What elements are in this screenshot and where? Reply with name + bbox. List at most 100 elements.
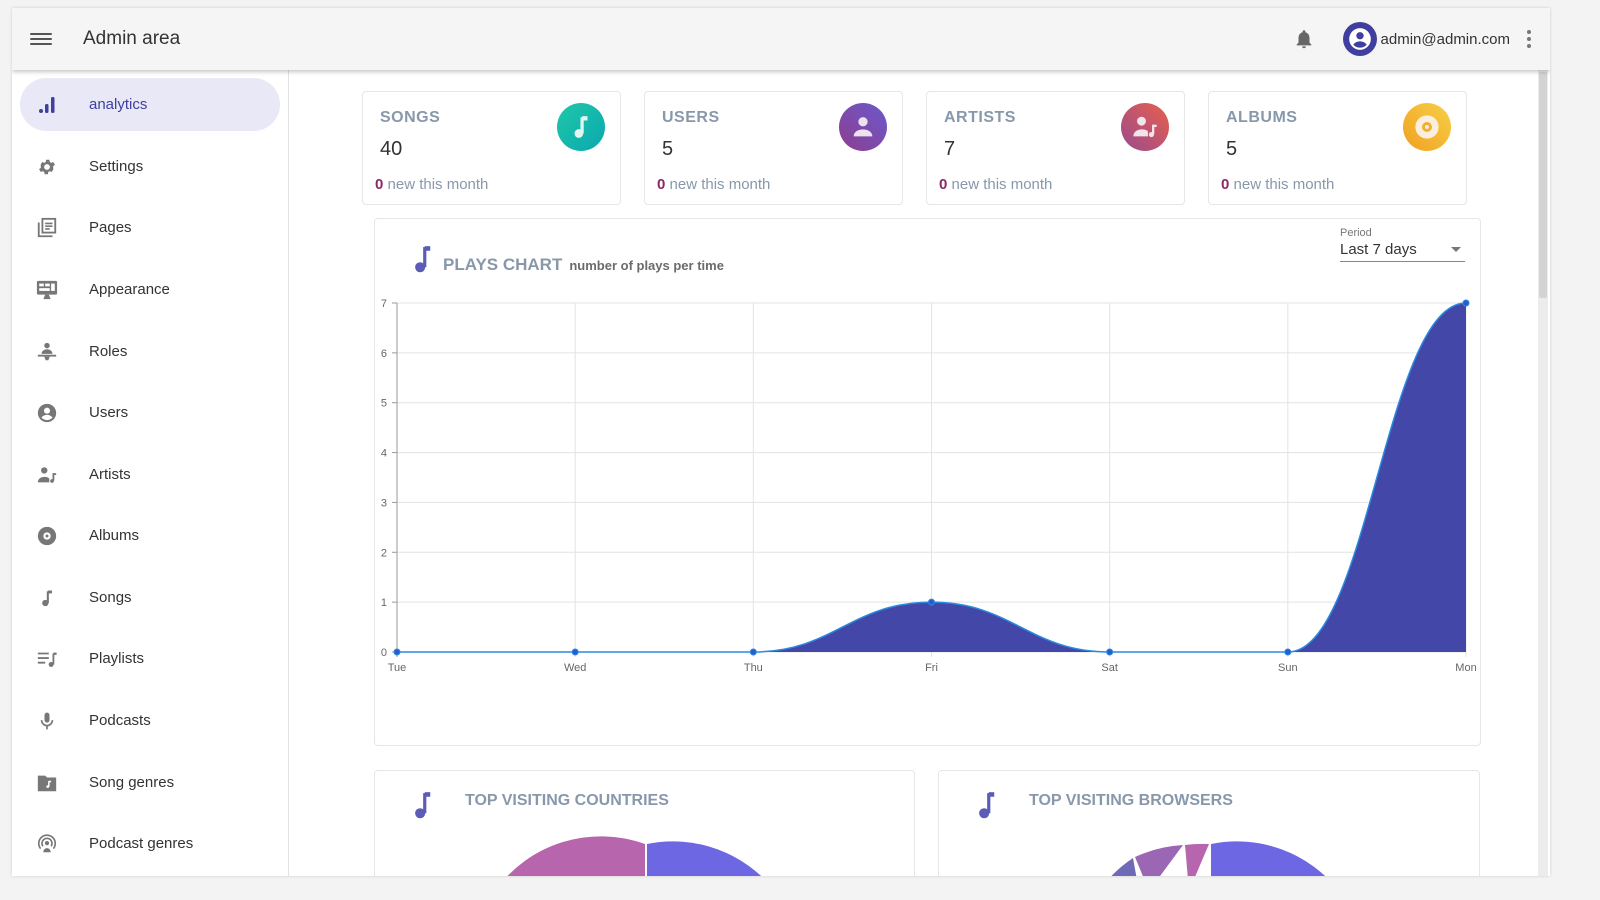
y-tick-label: 4 — [381, 448, 387, 460]
music-note-icon — [36, 587, 58, 609]
browsers-pie-chart — [1111, 841, 1326, 876]
sidebar: analytics Settings Pages Appearance Role… — [12, 70, 289, 876]
album-icon — [1403, 103, 1451, 151]
sidebar-item-roles[interactable]: Roles — [20, 325, 280, 378]
sidebar-item-label: Roles — [89, 343, 128, 360]
pie-slice — [507, 836, 645, 876]
period-value: Last 7 days — [1340, 241, 1417, 258]
playlist-icon — [36, 648, 58, 670]
stat-value: 7 — [944, 138, 956, 160]
stat-new-this-month: 0 new this month — [657, 176, 771, 193]
bell-icon[interactable] — [1293, 28, 1315, 50]
main-content: SONGS 40 0 new this month USERS 5 0 new … — [290, 70, 1538, 876]
sidebar-item-label: analytics — [89, 96, 148, 113]
kebab-vertical-icon[interactable] — [1526, 30, 1532, 48]
gear-icon — [36, 156, 58, 178]
vertical-scrollbar[interactable] — [1538, 70, 1548, 876]
x-tick-label: Fri — [925, 662, 938, 674]
sidebar-item-label: Albums — [89, 527, 140, 544]
data-point — [393, 648, 401, 656]
sidebar-item-song-genres[interactable]: Song genres — [20, 756, 280, 809]
pie-slice — [1135, 845, 1183, 876]
y-tick-label: 6 — [381, 348, 387, 360]
user-email[interactable]: admin@admin.com — [1381, 31, 1510, 48]
pie-slice — [1185, 843, 1209, 876]
sidebar-item-label: Users — [89, 404, 129, 421]
data-point — [749, 648, 757, 656]
period-select[interactable]: Period Last 7 days — [1340, 227, 1465, 262]
sidebar-item-albums[interactable]: Albums — [20, 509, 280, 562]
music-note-icon — [557, 103, 605, 151]
data-point — [1462, 299, 1470, 307]
x-tick-label: Sat — [1101, 662, 1118, 674]
stat-title: ARTISTS — [944, 109, 1016, 126]
pie-slice — [1111, 858, 1137, 876]
account-circle-icon — [36, 402, 58, 424]
period-label: Period — [1340, 227, 1372, 239]
sidebar-item-label: Song genres — [89, 774, 175, 791]
app-window: Admin area admin@admin.com analytics Set… — [12, 8, 1550, 876]
user-avatar[interactable] — [1342, 22, 1377, 56]
pages-icon — [36, 217, 58, 239]
y-tick-label: 0 — [381, 647, 387, 659]
music-note-icon — [415, 246, 431, 273]
chart-title: PLAYS CHART — [443, 255, 563, 274]
x-tick-label: Sun — [1278, 662, 1298, 674]
sidebar-item-label: Podcasts — [89, 712, 151, 729]
sidebar-item-users[interactable]: Users — [20, 386, 280, 439]
x-tick-label: Tue — [388, 662, 407, 674]
stat-card-artists: ARTISTS 7 0 new this month — [926, 91, 1185, 205]
music-folder-icon — [36, 772, 58, 794]
sidebar-item-settings[interactable]: Settings — [20, 140, 280, 193]
sidebar-item-label: Pages — [89, 219, 132, 236]
stat-value: 40 — [380, 138, 403, 160]
sidebar-item-songs[interactable]: Songs — [20, 571, 280, 624]
stat-value: 5 — [1226, 138, 1238, 160]
x-tick-label: Mon — [1455, 662, 1476, 674]
app-title: Admin area — [83, 28, 181, 49]
y-tick-label: 2 — [381, 547, 387, 559]
data-point — [928, 598, 935, 606]
stat-card-users: USERS 5 0 new this month — [644, 91, 903, 205]
x-tick-label: Wed — [564, 662, 586, 674]
plays-chart-card: PLAYS CHART number of plays per time Per… — [374, 218, 1481, 746]
sidebar-item-playlists[interactable]: Playlists — [20, 632, 280, 685]
roles-icon — [36, 341, 58, 363]
y-tick-label: 7 — [381, 298, 387, 310]
scrollbar-thumb[interactable] — [1539, 72, 1547, 298]
hamburger-icon[interactable] — [30, 31, 52, 47]
data-point — [1284, 648, 1292, 656]
pie-slice — [647, 841, 762, 876]
pie-slice — [1211, 841, 1326, 876]
y-tick-label: 5 — [381, 398, 387, 410]
stat-title: SONGS — [380, 109, 441, 126]
sidebar-item-label: Playlists — [89, 650, 145, 667]
sidebar-item-artists[interactable]: Artists — [20, 448, 280, 501]
sidebar-item-analytics[interactable]: analytics — [20, 78, 280, 131]
sidebar-item-label: Podcast genres — [89, 835, 194, 852]
sidebar-item-podcast-genres[interactable]: Podcast genres — [20, 817, 280, 870]
top-app-bar: Admin area admin@admin.com — [12, 8, 1550, 70]
stat-new-this-month: 0 new this month — [1221, 176, 1335, 193]
sidebar-item-label: Settings — [89, 158, 144, 175]
countries-pie-chart — [507, 836, 762, 876]
sidebar-item-podcasts[interactable]: Podcasts — [20, 694, 280, 747]
chevron-down-icon — [1451, 247, 1461, 252]
artist-icon — [36, 464, 58, 486]
stat-card-albums: ALBUMS 5 0 new this month — [1208, 91, 1467, 205]
x-tick-label: Thu — [744, 662, 763, 674]
bar-chart-icon — [36, 94, 58, 116]
sidebar-item-pages[interactable]: Pages — [20, 201, 280, 254]
stat-new-this-month: 0 new this month — [939, 176, 1053, 193]
podcast-icon — [36, 833, 58, 855]
stat-new-this-month: 0 new this month — [375, 176, 489, 193]
account-circle-icon — [1348, 28, 1371, 50]
stat-card-songs: SONGS 40 0 new this month — [362, 91, 621, 205]
monitor-icon — [36, 279, 58, 301]
data-point — [1106, 648, 1114, 656]
album-icon — [36, 525, 58, 547]
top-browsers-card: TOP VISITING BROWSERS — [938, 770, 1480, 876]
chart-subtitle: number of plays per time — [569, 258, 724, 273]
artist-icon — [1121, 103, 1169, 151]
sidebar-item-appearance[interactable]: Appearance — [20, 263, 280, 316]
